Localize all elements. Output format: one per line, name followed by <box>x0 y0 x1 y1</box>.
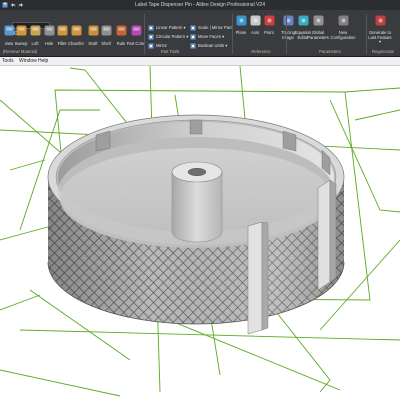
menu-tools[interactable]: Tools <box>2 57 14 66</box>
new-configuration-button[interactable]: New Configuration <box>331 12 355 39</box>
chamfer-icon <box>70 24 83 37</box>
new-configuration-label: New Configuration <box>330 30 356 40</box>
reference-plane-edge <box>0 294 41 311</box>
circular-pattern-label: Circular Pattern ▾ <box>156 34 189 39</box>
point-icon <box>263 14 276 27</box>
rule-icon <box>115 24 128 37</box>
reference-plane-edge <box>354 109 400 121</box>
scale-mirror-label: Scale | Mirror Part <box>198 25 232 30</box>
linear-pattern-icon <box>148 25 154 31</box>
part-color-label: Part Color <box>126 41 146 46</box>
circular-pattern-icon <box>148 34 154 40</box>
hub-bore <box>187 167 207 177</box>
reference-plane-edge <box>9 159 46 171</box>
group-label-regenerate: Regenerate <box>372 49 394 54</box>
reference-plane-edge <box>0 224 56 241</box>
plane-icon <box>235 14 248 27</box>
part-color-button[interactable]: Part Color <box>127 22 145 49</box>
loft-label: Loft <box>31 41 39 46</box>
center-hub[interactable] <box>171 161 223 243</box>
circular-pattern-button[interactable]: Circular Pattern ▾ <box>148 33 188 40</box>
point-button[interactable]: Point <box>262 12 276 39</box>
move-faces-button[interactable]: Move Faces ▾ <box>190 33 224 40</box>
menu-help[interactable]: Help <box>38 57 48 66</box>
model-viewport[interactable] <box>0 66 400 400</box>
scale-mirror-button[interactable]: Scale | Mirror Part <box>190 24 232 31</box>
linear-pattern-label: Linear Pattern ▾ <box>156 25 186 30</box>
shell-label: Shell <box>101 41 111 46</box>
shell-icon <box>100 24 113 37</box>
group-label-parameters: Parameters <box>319 49 341 54</box>
move-faces-icon <box>190 34 196 40</box>
axis-icon <box>249 14 262 27</box>
ribbon: view Sweep Loft Hole Fillet Chamfer Draft Shell… <box>0 10 400 57</box>
menu-bar: Tools Window Help <box>0 57 400 66</box>
generate-feature-button[interactable]: Generate to Last Feature ▾ <box>368 12 392 44</box>
part-color-icon <box>130 24 143 37</box>
reference-plane-edge <box>19 329 400 341</box>
new-configuration-icon <box>337 14 350 27</box>
chamfer-button[interactable]: Chamfer <box>67 22 85 49</box>
generate-feature-label: Generate to Last Feature ▾ <box>368 30 392 45</box>
group-label-reference: Reference <box>251 49 271 54</box>
global-parameters-label: Global Parameters <box>307 30 329 40</box>
model-canvas[interactable] <box>0 66 400 400</box>
chamfer-label: Chamfer <box>67 41 85 46</box>
title-bar: Label Tape Dispenser Pin - Alibre Design… <box>0 0 400 10</box>
move-faces-label: Move Faces ▾ <box>198 34 225 39</box>
global-parameters-icon <box>312 14 325 27</box>
reference-plane-edge <box>344 87 400 93</box>
reference-plane-edge <box>0 369 121 397</box>
boolean-label: Boolean Units ▾ <box>198 43 228 48</box>
fillet-label: Fillet <box>57 41 67 46</box>
menu-window[interactable]: Window <box>19 57 37 66</box>
window-title: Label Tape Dispenser Pin - Alibre Design… <box>135 2 265 8</box>
ribbon-separator <box>232 14 233 54</box>
group-label-part-tools: Part Tools <box>160 49 180 54</box>
group-label-remove-material: (Remove Material) <box>2 49 38 54</box>
global-parameters-button[interactable]: Global Parameters <box>306 12 330 39</box>
generate-feature-icon <box>374 14 387 27</box>
rule-label: Rule <box>116 41 126 46</box>
linear-pattern-button[interactable]: Linear Pattern ▾ <box>148 24 186 31</box>
scale-icon <box>190 25 196 31</box>
